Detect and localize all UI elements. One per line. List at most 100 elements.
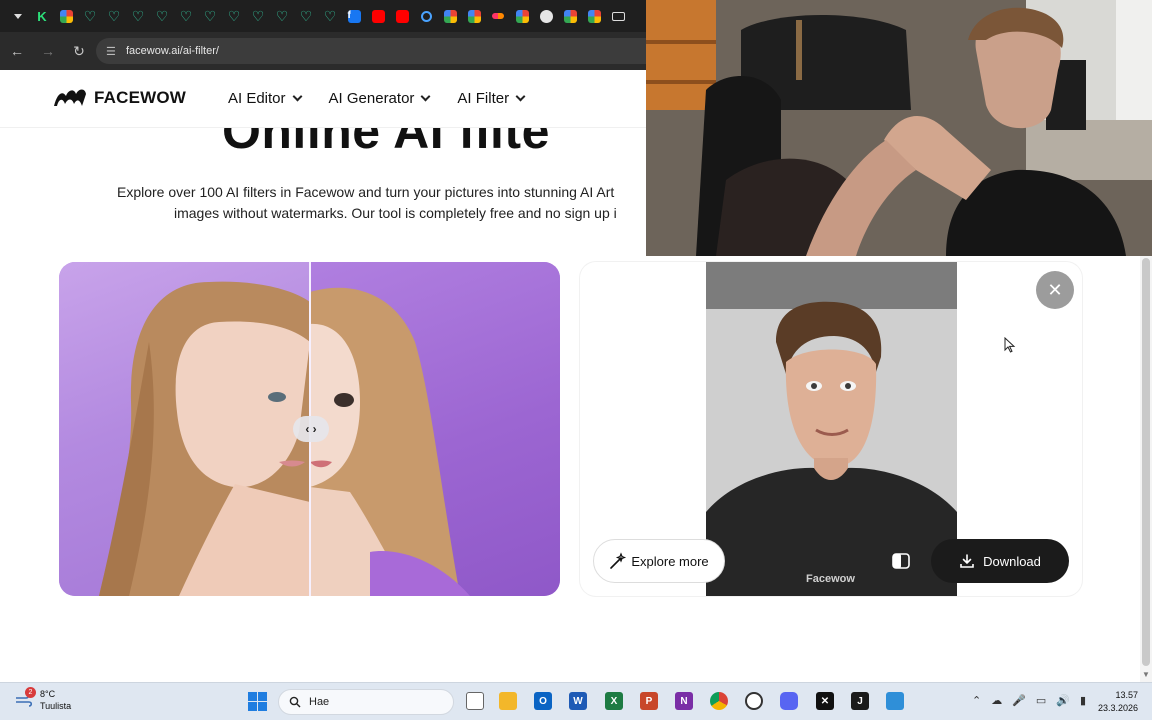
heart-tab-icon[interactable]: ♡ [198,0,222,32]
download-label: Download [983,553,1041,569]
explore-more-button[interactable]: Explore more [593,539,725,583]
wind-icon: 2 [14,687,36,710]
capcut-icon[interactable]: ✕ [816,692,834,710]
jetbrains-icon[interactable]: J [851,692,869,710]
back-arrow-icon[interactable]: ← [3,37,31,65]
chevron-up-icon[interactable]: ⌃ [972,694,981,707]
notepad-icon[interactable] [886,692,904,710]
woman-anime-image [310,287,470,596]
windows-taskbar: 2 8°C Tuulista Hae O W X P N ✕ J ⌃ ☁ 🎤 ▭… [0,682,1152,720]
lens-tab-icon[interactable] [414,0,438,32]
heart-tab-icon[interactable]: ♡ [318,0,342,32]
onedrive-icon[interactable]: ☁ [991,694,1002,707]
nav-ai-filter[interactable]: AI Filter [457,90,526,107]
flickr-tab-icon[interactable] [486,0,510,32]
result-image: Facewow [706,262,957,596]
close-button[interactable]: ✕ [1036,271,1074,309]
tab-list-icon[interactable] [6,0,30,32]
heart-tab-icon[interactable]: ♡ [246,0,270,32]
display-icon[interactable]: ▭ [1036,694,1046,707]
url-text: facewow.ai/ai-filter/ [126,45,219,57]
facewow-logo-icon [54,89,86,106]
weather-temperature: 8°C [40,689,56,699]
discord-icon[interactable] [780,692,798,710]
compare-icon [892,553,910,569]
filtered-photo [310,262,560,596]
explore-more-label: Explore more [631,553,709,569]
chrome-icon[interactable] [710,692,728,710]
youtube-tab-icon[interactable] [390,0,414,32]
onenote-icon[interactable]: N [675,692,693,710]
man-portrait-image [706,301,957,596]
mouse-cursor-icon [1004,337,1016,353]
google-tab-icon[interactable] [558,0,582,32]
main-nav: AI Editor AI Generator AI Filter [228,90,526,107]
before-after-comparison: ‹ › [59,262,560,596]
heart-tab-icon[interactable]: ♡ [222,0,246,32]
heart-tab-icon[interactable]: ♡ [126,0,150,32]
file-explorer-icon[interactable] [499,692,517,710]
google-tab-icon[interactable] [582,0,606,32]
woman-portrait-image [99,281,310,596]
nav-label: AI Editor [228,90,286,107]
heart-tab-icon[interactable]: ♡ [270,0,294,32]
system-clock[interactable]: 13.57 23.3.2026 [1098,689,1138,715]
nav-ai-editor[interactable]: AI Editor [228,90,302,107]
nav-label: AI Filter [457,90,510,107]
comparison-slider-handle[interactable]: ‹ › [293,416,329,442]
volume-icon[interactable]: 🔊 [1056,694,1070,707]
compare-button[interactable] [884,544,918,578]
github-tab-icon[interactable] [534,0,558,32]
weather-badge: 2 [25,687,36,698]
chevron-down-icon [292,91,302,102]
scrollbar-thumb[interactable] [1142,258,1150,666]
heart-tab-icon[interactable]: ♡ [78,0,102,32]
heart-tab-icon[interactable]: ♡ [294,0,318,32]
heart-tab-icon[interactable]: ♡ [150,0,174,32]
microphone-icon[interactable]: 🎤 [1012,694,1026,707]
powerpoint-icon[interactable]: P [640,692,658,710]
webcam-video-image [646,0,1152,256]
facewow-logo[interactable]: FACEWOW [52,86,186,110]
facewow-watermark: Facewow [806,573,855,585]
clock-date: 23.3.2026 [1098,703,1139,713]
magic-wand-icon [610,552,627,569]
page-scrollbar[interactable]: ▼ [1140,256,1152,682]
logo-text: FACEWOW [94,88,187,107]
battery-icon[interactable]: ▮ [1080,694,1086,707]
google-tab-icon[interactable] [438,0,462,32]
download-icon [960,554,974,568]
windows-start-icon[interactable] [248,692,267,711]
outlook-icon[interactable]: O [534,692,552,710]
heart-tab-icon[interactable]: ♡ [102,0,126,32]
clock-app-icon[interactable] [745,692,763,710]
google-tab-icon[interactable] [462,0,486,32]
nav-label: AI Generator [328,90,415,107]
excel-icon[interactable]: X [605,692,623,710]
chevron-left-right-icon: ‹ › [305,422,317,436]
scroll-down-arrow-icon[interactable]: ▼ [1142,670,1150,679]
search-icon [289,696,301,708]
google-tab-icon[interactable] [510,0,534,32]
task-view-icon[interactable] [466,692,484,710]
google-tab-icon[interactable] [54,0,78,32]
weather-widget[interactable]: 2 8°C Tuulista [14,687,72,712]
forward-arrow-icon[interactable]: → [34,37,62,65]
word-icon[interactable]: W [569,692,587,710]
kick-tab-icon[interactable]: K [30,0,54,32]
youtube-tab-icon[interactable] [366,0,390,32]
facebook-tab-icon[interactable]: f [342,0,366,32]
download-button[interactable]: Download [931,539,1069,583]
site-settings-icon[interactable]: ☰ [106,45,120,58]
nav-ai-generator[interactable]: AI Generator [328,90,431,107]
heart-tab-icon[interactable]: ♡ [174,0,198,32]
chevron-down-icon [515,91,526,102]
search-placeholder: Hae [309,696,330,708]
address-bar[interactable]: ☰ facewow.ai/ai-filter/ [96,38,716,64]
weather-condition: Tuulista [40,701,72,711]
taskbar-search[interactable]: Hae [278,689,454,715]
reload-icon[interactable]: ↻ [65,37,93,65]
clock-time: 13.57 [1115,690,1138,700]
chevron-down-icon [420,91,431,102]
keyboard-tab-icon[interactable] [606,0,630,32]
